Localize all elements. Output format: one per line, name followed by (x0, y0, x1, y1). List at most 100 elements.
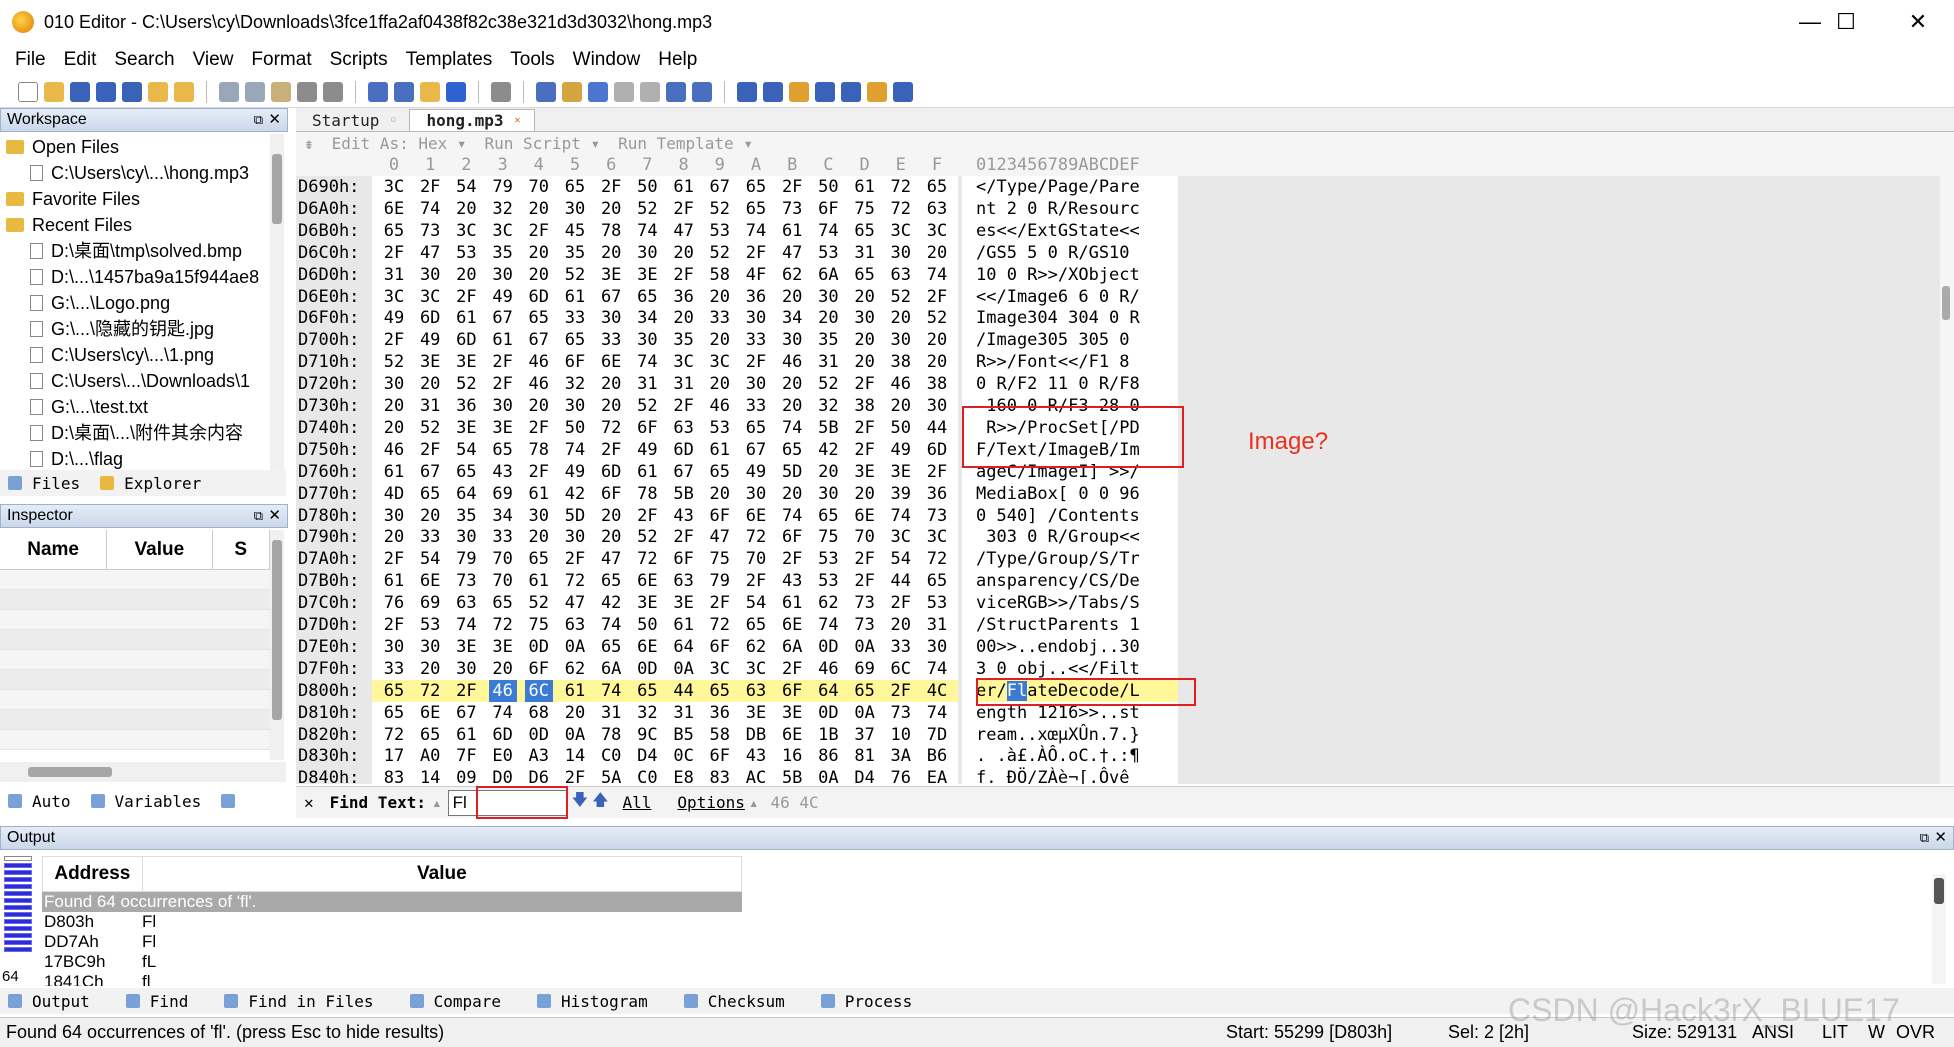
pin-icon[interactable]: ⧉ (254, 109, 263, 131)
hex-byte[interactable]: 10 (887, 724, 915, 746)
tab-find-in-files[interactable]: Find in Files (216, 988, 401, 1014)
hex-byte[interactable]: 78 (597, 724, 625, 746)
hex-byte[interactable]: A3 (525, 745, 553, 767)
hex-row[interactable]: D6A0h: 6E 74 20 32 20 30 20 52 2F 52 65 73 6F 75 72 63 nt… (296, 197, 1954, 220)
open-recent-icon[interactable] (148, 81, 168, 102)
hex-byte[interactable]: 2F (923, 286, 951, 308)
hex-byte[interactable]: 61 (380, 461, 408, 483)
hex-byte[interactable]: 43 (742, 745, 770, 767)
hex-row[interactable]: D780h: 30 20 35 34 30 5D 20 2F 43 6F 6E 74 65 6E 74 73 0 … (296, 504, 1954, 527)
hex-row[interactable]: D840h: 83 14 09 D0 D6 2F 5A C0 E8 83 AC 5B 0A D4 76 EA f.… (296, 767, 1954, 784)
hex-byte[interactable]: 46 (706, 395, 734, 417)
output-row[interactable]: 17BC9h fL (42, 952, 742, 972)
hex-byte[interactable]: 16 (778, 745, 806, 767)
column-value[interactable]: Value (143, 857, 741, 891)
inspector-row[interactable] (0, 590, 270, 610)
hex-byte[interactable]: 46 (488, 679, 517, 702)
hex-byte[interactable]: 52 (416, 417, 444, 439)
hex-byte[interactable]: 44 (923, 417, 951, 439)
row-ascii[interactable]: /GS5 5 0 R/GS10 (976, 242, 1188, 264)
hex-byte[interactable]: 6E (633, 636, 661, 658)
hex-byte[interactable]: 46 (525, 373, 553, 395)
hex-byte[interactable]: 6F (778, 680, 806, 702)
hex-byte[interactable]: 2F (778, 176, 806, 198)
hex-byte[interactable]: E0 (489, 745, 517, 767)
hex-byte[interactable]: 61 (525, 570, 553, 592)
hex-byte[interactable]: 3E (452, 417, 480, 439)
hex-byte[interactable]: 78 (597, 220, 625, 242)
scroll-thumb[interactable] (1942, 286, 1950, 320)
hex-byte[interactable]: 53 (814, 548, 842, 570)
row-ascii[interactable]: 0 R/F2 11 0 R/F8 (976, 373, 1188, 395)
hex-byte[interactable]: 52 (525, 592, 553, 614)
hex-byte[interactable]: 6E (778, 614, 806, 636)
close-icon[interactable]: ✕ (1934, 827, 1947, 849)
hex-byte[interactable]: 74 (633, 220, 661, 242)
hex-byte[interactable]: 52 (706, 198, 734, 220)
hex-byte[interactable]: 5B (670, 483, 698, 505)
hex-byte[interactable]: 0A (851, 636, 879, 658)
hex-byte[interactable]: 70 (489, 548, 517, 570)
tab-histogram[interactable]: Histogram (529, 988, 676, 1014)
hex-byte[interactable]: 20 (706, 329, 734, 351)
find-previous-icon[interactable]: 🡅 (592, 789, 608, 816)
tab-explorer[interactable]: Explorer (92, 470, 213, 496)
hex-byte[interactable]: 46 (814, 658, 842, 680)
hex-byte[interactable]: 20 (525, 198, 553, 220)
save-as-icon[interactable] (96, 81, 116, 102)
hex-byte[interactable]: 58 (706, 264, 734, 286)
hex-byte[interactable]: 53 (814, 570, 842, 592)
hex-byte[interactable]: 64 (452, 483, 480, 505)
options-dropdown-icon[interactable]: ▴ (749, 793, 759, 812)
hex-byte[interactable]: 0D (525, 636, 553, 658)
inspector-row[interactable] (0, 730, 270, 750)
row-ascii[interactable]: . .à£.ÀÔ.oC.†.:¶ (976, 745, 1188, 767)
hex-byte[interactable]: 6F (778, 526, 806, 548)
hex-scrollbar[interactable] (1940, 176, 1954, 784)
hex-byte[interactable]: 2F (670, 395, 698, 417)
hex-row[interactable]: D6B0h: 65 73 3C 3C 2F 45 78 74 47 53 74 61 74 65 3C 3C es… (296, 219, 1954, 242)
hex-byte[interactable]: 61 (452, 724, 480, 746)
hex-byte[interactable]: 3C (887, 526, 915, 548)
hex-byte[interactable]: 53 (706, 417, 734, 439)
hex-byte[interactable]: 72 (887, 198, 915, 220)
hex-byte[interactable]: 20 (489, 658, 517, 680)
hex-byte[interactable]: 65 (380, 680, 408, 702)
hex-byte[interactable]: 53 (706, 220, 734, 242)
tree-file[interactable]: G:\...\Logo.png (0, 290, 286, 316)
hex-byte[interactable]: 81 (851, 745, 879, 767)
hex-byte[interactable]: 74 (923, 264, 951, 286)
hex-byte[interactable]: 38 (851, 395, 879, 417)
hex-byte[interactable]: 54 (887, 548, 915, 570)
tab-startup[interactable]: Startup ▫ (296, 109, 409, 131)
hex-byte[interactable]: 2F (416, 439, 444, 461)
row-ascii[interactable]: R>>/Font<</F1 8 (976, 351, 1188, 373)
hex-byte[interactable]: 5D (561, 505, 589, 527)
hex-byte[interactable]: 4F (742, 264, 770, 286)
hex-byte[interactable]: 36 (742, 286, 770, 308)
hex-byte[interactable]: 30 (742, 483, 770, 505)
hex-byte[interactable]: 31 (814, 351, 842, 373)
output-row[interactable]: DD7Ah Fl (42, 932, 742, 952)
hex-byte[interactable]: AC (742, 767, 770, 784)
hex-row[interactable]: D710h: 52 3E 3E 2F 46 6F 6E 74 3C 3C 2F 46 31 20 38 20 R>… (296, 351, 1954, 374)
hex-byte[interactable]: 20 (706, 483, 734, 505)
hex-byte[interactable]: 65 (380, 702, 408, 724)
hex-byte[interactable]: 36 (670, 286, 698, 308)
hex-byte[interactable]: 30 (561, 198, 589, 220)
hex-byte[interactable]: 43 (489, 461, 517, 483)
hex-byte[interactable]: 74 (887, 505, 915, 527)
hex-byte[interactable]: 6E (597, 351, 625, 373)
hex-byte[interactable]: 33 (561, 307, 589, 329)
hex-mode-icon[interactable] (588, 81, 608, 102)
hex-byte[interactable]: DB (742, 724, 770, 746)
hex-byte[interactable]: 5B (778, 767, 806, 784)
hex-byte[interactable]: EA (923, 767, 951, 784)
run-script-dropdown[interactable]: Run Script ▾ (485, 134, 601, 153)
new-file-icon[interactable] (18, 81, 38, 102)
hex-byte[interactable]: 61 (452, 307, 480, 329)
tab-hong-mp3[interactable]: hong.mp3 ✕ (409, 109, 535, 131)
hex-byte[interactable]: 49 (887, 439, 915, 461)
hex-byte[interactable]: 79 (489, 176, 517, 198)
hex-byte[interactable]: 20 (416, 505, 444, 527)
